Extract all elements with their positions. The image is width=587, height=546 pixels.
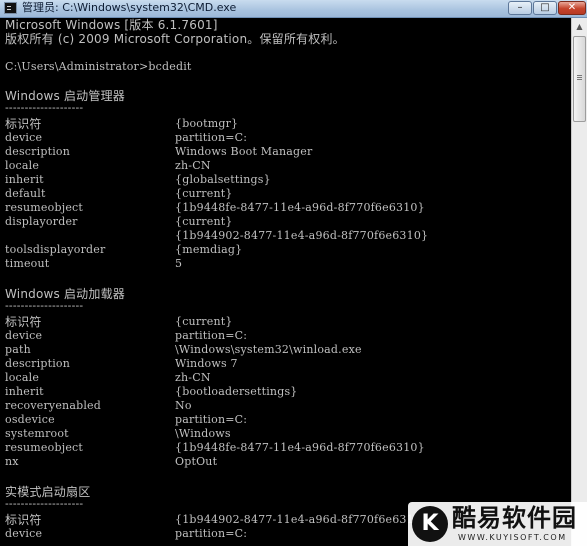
section-underline: -------------------- [5,497,84,510]
copyright-line: 版权所有 (c) 2009 Microsoft Corporation。保留所有… [5,32,345,46]
entry-key: 标识符 [5,315,42,329]
section-underline: -------------------- [5,101,84,114]
watermark-name: 酷易软件园 [452,504,577,532]
scroll-thumb[interactable] [573,36,586,122]
site-watermark: K 酷易软件园 WWW.KUYISOFT.COM [408,502,587,546]
entry-value: zh-CN [175,371,211,384]
entry-value: OptOut [175,455,218,468]
close-button[interactable]: ✕ [558,1,586,15]
scroll-up-arrow-icon[interactable]: ▲ [573,19,586,34]
entry-value: partition=C: [175,413,248,426]
entry-key: inherit [5,385,44,398]
entry-value: \Windows\system32\winload.exe [175,343,362,356]
entry-value: zh-CN [175,159,211,172]
vertical-scrollbar[interactable]: ▲ [571,18,587,546]
entry-value: partition=C: [175,329,248,342]
entry-key: toolsdisplayorder [5,243,106,256]
entry-value: {globalsettings} [175,173,271,186]
entry-value: Windows 7 [175,357,238,370]
version-line: Microsoft Windows [版本 6.1.7601] [5,18,218,32]
entry-value: partition=C: [175,527,248,540]
entry-key: inherit [5,173,44,186]
command-prompt: C:\Users\Administrator>bcdedit [5,60,192,73]
entry-value: {current} [175,187,233,200]
entry-key: resumeobject [5,201,84,214]
entry-key: resumeobject [5,441,84,454]
entry-key: locale [5,159,40,172]
entry-value: \Windows [175,427,231,440]
entry-key: osdevice [5,413,55,426]
entry-key: device [5,329,43,342]
cmd-window: 管理员: C:\Windows\system32\CMD.exe – □ ✕ M… [0,0,587,546]
entry-key: systemroot [5,427,69,440]
entry-value: No [175,399,192,412]
entry-key: description [5,145,71,158]
entry-value: {bootloadersettings} [175,385,298,398]
minimize-button[interactable]: – [508,1,532,15]
entry-key: device [5,527,43,540]
entry-key: locale [5,371,40,384]
entry-value: {current} [175,315,233,328]
title-bar[interactable]: 管理员: C:\Windows\system32\CMD.exe – □ ✕ [0,0,587,18]
entry-key: path [5,343,31,356]
window-title: 管理员: C:\Windows\system32\CMD.exe [22,1,237,14]
entry-key: nx [5,455,19,468]
watermark-url: WWW.KUYISOFT.COM [458,533,567,542]
entry-value: {bootmgr} [175,117,239,130]
kuyi-logo-icon: K [412,506,448,542]
entry-key: device [5,131,43,144]
section-underline: -------------------- [5,299,84,312]
entry-key: recoveryenabled [5,399,102,412]
entry-key: displayorder [5,215,78,228]
entry-key: description [5,357,71,370]
entry-value: {memdiag} [175,243,243,256]
maximize-button[interactable]: □ [533,1,557,15]
entry-value: {current} [175,215,233,228]
entry-value: {1b944902-8477-11e4-a96d-8f770f6e6310} [175,229,429,242]
entry-value: {1b9448fe-8477-11e4-a96d-8f770f6e6310} [175,201,425,214]
console-output[interactable]: Microsoft Windows [版本 6.1.7601] 版权所有 (c)… [0,18,571,546]
entry-key: 标识符 [5,117,42,131]
cmd-icon [4,2,17,14]
entry-value: partition=C: [175,131,248,144]
entry-value: Windows Boot Manager [175,145,313,158]
entry-value: {1b944902-8477-11e4-a96d-8f770f6e6310} [175,513,429,526]
entry-value: 5 [175,257,183,270]
entry-value: {1b9448fe-8477-11e4-a96d-8f770f6e6310} [175,441,425,454]
entry-key: timeout [5,257,50,270]
entry-key: 标识符 [5,513,42,527]
entry-key: default [5,187,46,200]
